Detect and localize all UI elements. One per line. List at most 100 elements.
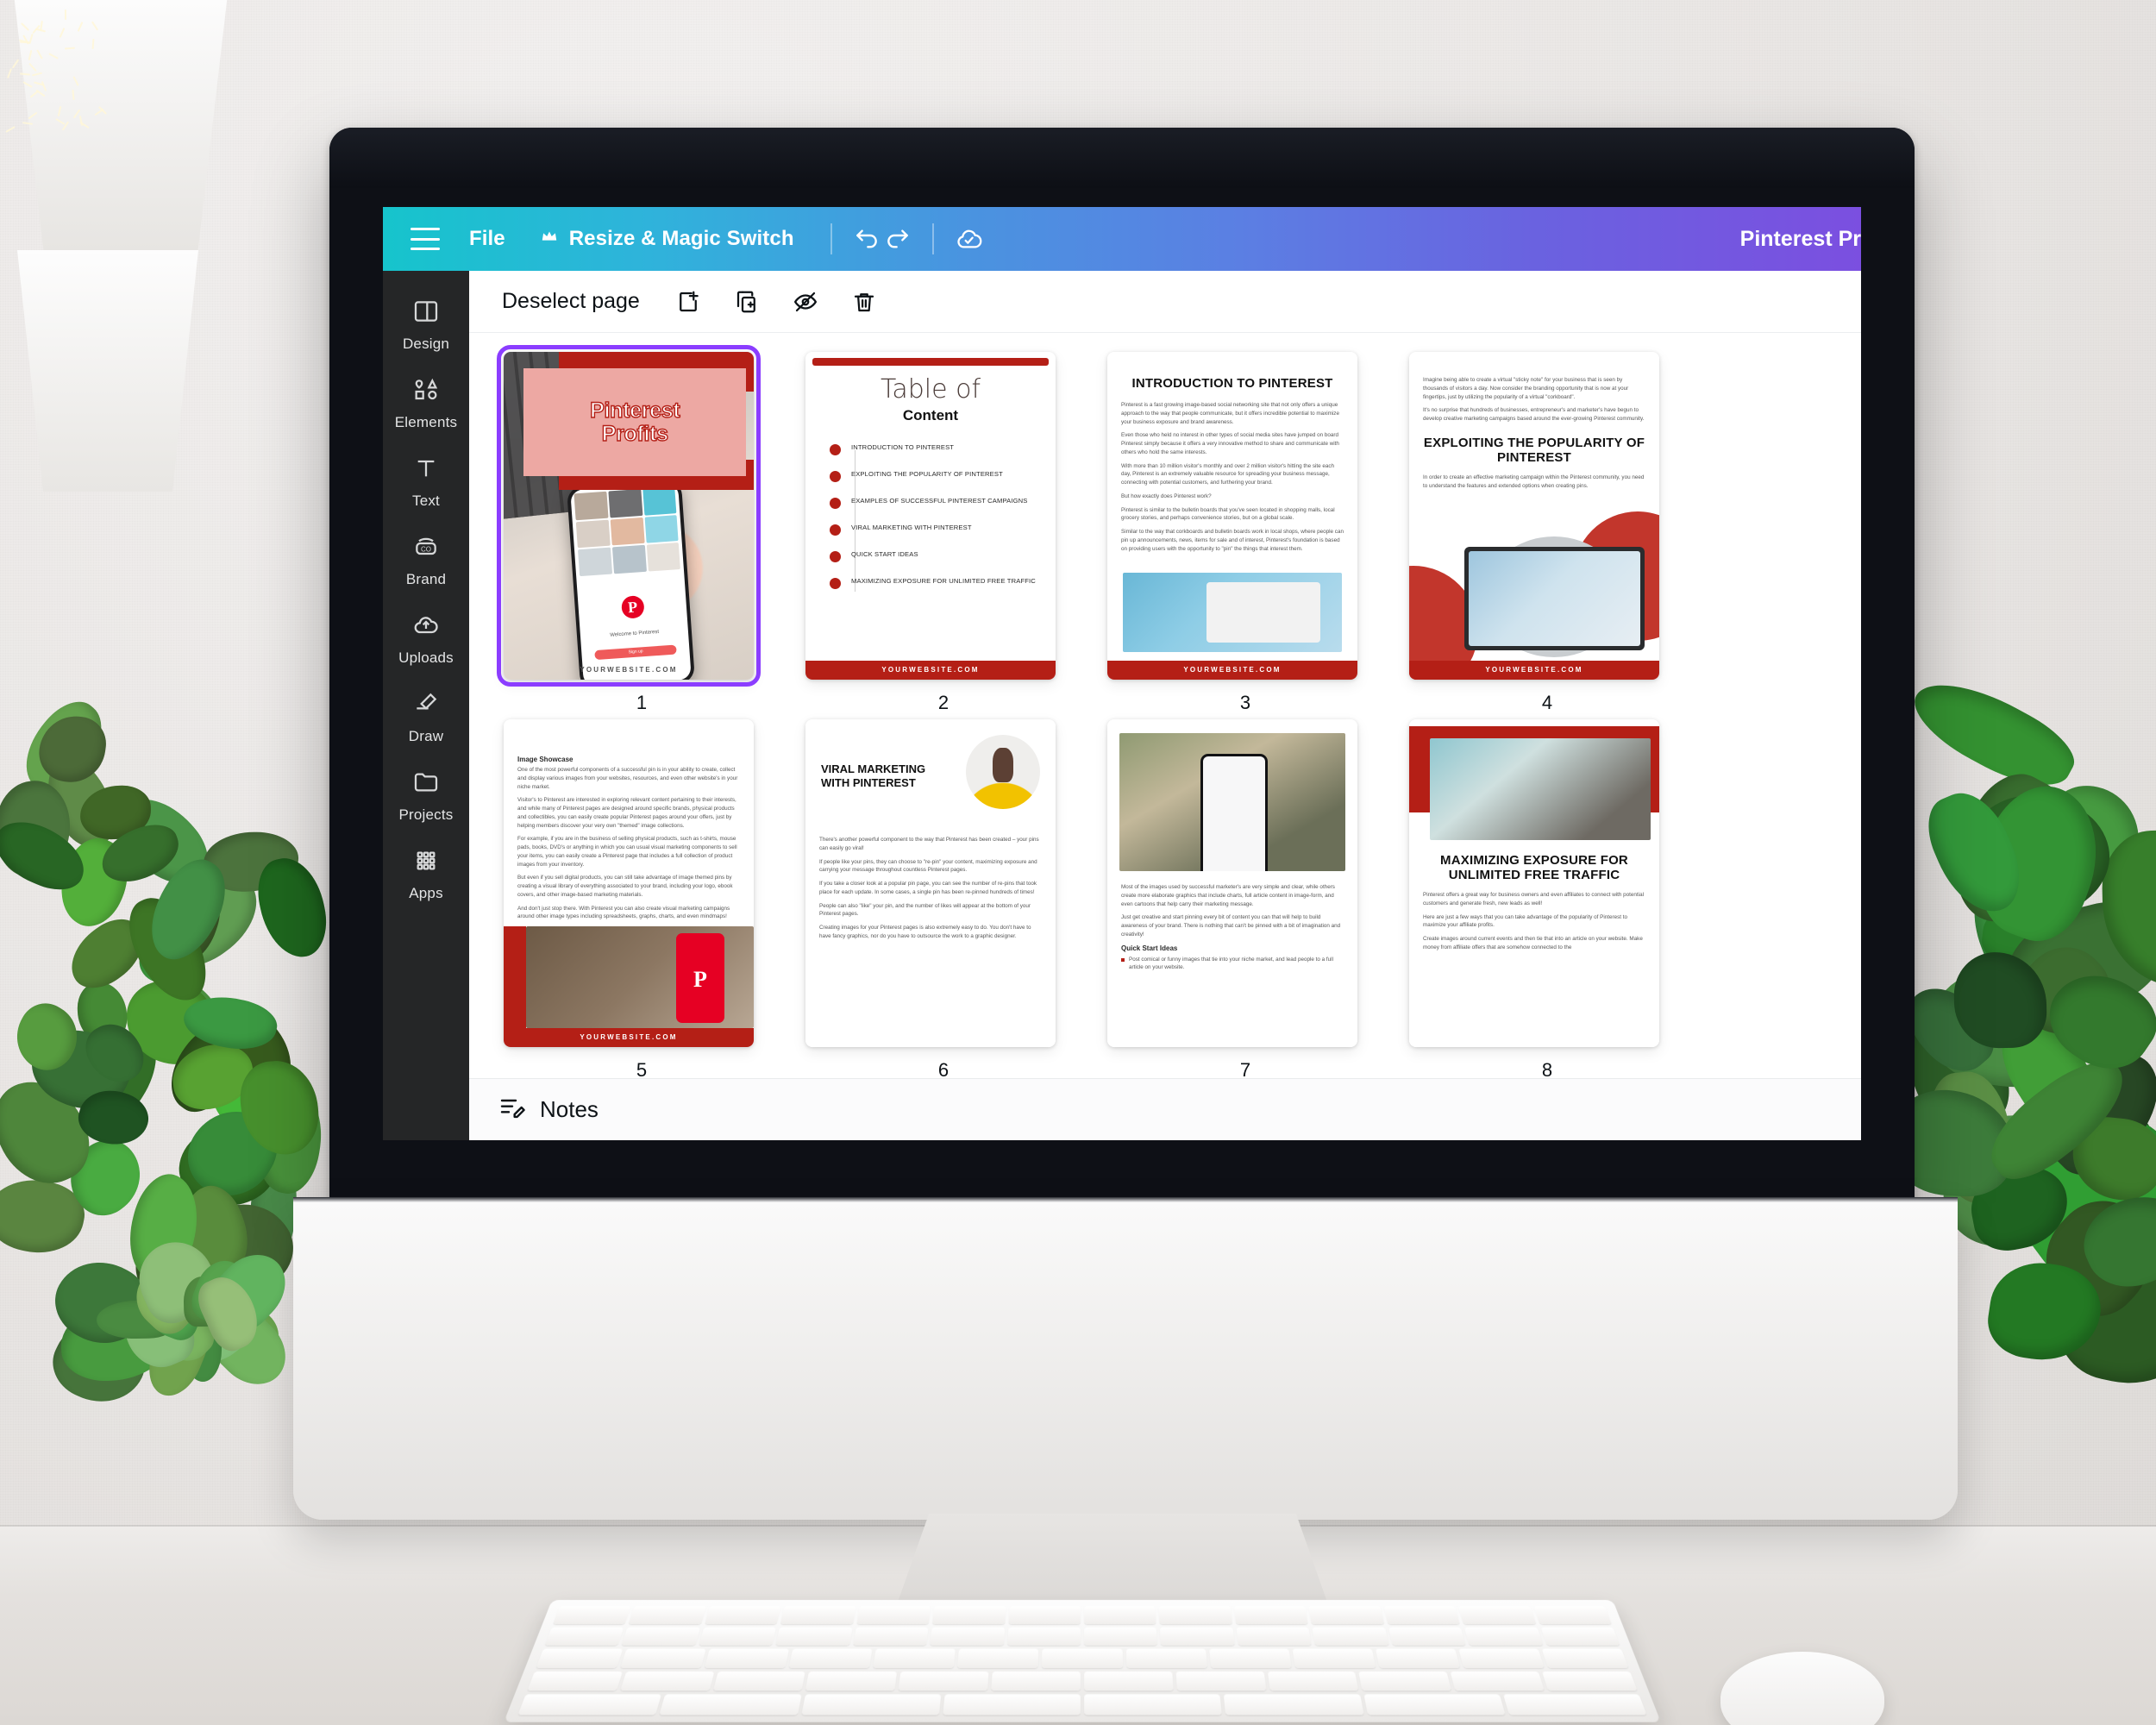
page-cell: Table of Content INTRODUCTION TO PINTERE… (805, 352, 1081, 714)
page-8-heading-line1: MAXIMIZING EXPOSURE FOR (1423, 853, 1645, 868)
monitor-screen: File Resize & Magic Switch Pinterest Pr … (383, 207, 1861, 1140)
page-thumbnail-grid[interactable]: P Welcome to Pinterest Sign up Pinterest… (469, 333, 1861, 1078)
sidebar-item-projects[interactable]: Projects (386, 757, 466, 832)
cover-title: Pinterest Profits (523, 368, 746, 476)
page-5-red-block (504, 926, 526, 1028)
page-4-paragraph: In order to create an effective marketin… (1423, 474, 1645, 491)
sidebar-item-draw[interactable]: Draw (386, 679, 466, 754)
page-3-paragraph: But how exactly does Pinterest work? (1121, 492, 1344, 501)
hamburger-icon[interactable] (411, 228, 440, 250)
hide-page-icon[interactable] (783, 279, 828, 324)
toc-item-label: EXAMPLES OF SUCCESSFUL PINTEREST CAMPAIG… (851, 497, 1027, 505)
page-thumbnail-8[interactable]: MAXIMIZING EXPOSURE FOR UNLIMITED FREE T… (1409, 719, 1659, 1047)
toc-item-label: VIRAL MARKETING WITH PINTEREST (851, 524, 972, 532)
page-6-paragraph: If people like your pins, they can choos… (819, 858, 1042, 875)
notes-pencil-icon (498, 1094, 526, 1126)
toc-bullet-icon (830, 578, 841, 589)
keyboard-row (544, 1627, 1620, 1646)
keyboard-key (1359, 1672, 1452, 1691)
keyboard-key (805, 1672, 897, 1691)
page-thumbnail-6[interactable]: VIRAL MARKETING WITH PINTEREST There's a… (805, 719, 1056, 1047)
keyboard-key (1542, 1649, 1629, 1668)
page-1-canvas: P Welcome to Pinterest Sign up Pinterest… (504, 352, 754, 680)
page-6-paragraph: There's another powerful component to th… (819, 836, 1042, 853)
layout-icon (412, 298, 440, 329)
monitor-frame: File Resize & Magic Switch Pinterest Pr … (329, 128, 1915, 1206)
undo-icon[interactable] (851, 223, 882, 254)
keyboard-key (544, 1627, 624, 1646)
sidebar-label-uploads: Uploads (398, 649, 454, 667)
page-7-phone (1200, 754, 1268, 871)
page-4-canvas: Imagine being able to create a virtual "… (1409, 352, 1659, 680)
keyboard-key (943, 1695, 1081, 1716)
file-menu-button[interactable]: File (452, 218, 523, 260)
notes-bar[interactable]: Notes (469, 1078, 1861, 1140)
toc-bullet-icon (830, 471, 841, 482)
phone-welcome-text: Welcome to Pinterest (580, 628, 689, 641)
keyboard-key (1458, 1649, 1545, 1668)
delete-page-icon[interactable] (842, 279, 887, 324)
toc-item: EXPLOITING THE POPULARITY OF PINTEREST (826, 470, 1044, 482)
page-thumbnail-4[interactable]: Imagine being able to create a virtual "… (1409, 352, 1659, 680)
duplicate-page-icon[interactable] (724, 279, 769, 324)
sidebar-item-apps[interactable]: Apps (386, 836, 466, 911)
keyboard-key (1383, 1606, 1460, 1624)
cover-title-line2: Profits (602, 423, 668, 446)
resize-magic-switch-button[interactable]: Resize & Magic Switch (523, 218, 812, 260)
page-1-footer: YOURWEBSITE.COM (504, 661, 754, 680)
page-6-heading-line2: WITH PINTEREST (821, 776, 950, 790)
sidebar-label-brand: Brand (406, 571, 446, 588)
svg-text:CO: CO (421, 545, 431, 553)
resize-magic-switch-label: Resize & Magic Switch (569, 227, 794, 251)
keyboard-key (1388, 1627, 1466, 1646)
page-cell: P Welcome to Pinterest Sign up Pinterest… (504, 352, 780, 714)
page-cell: INTRODUCTION TO PINTEREST Pinterest is a… (1107, 352, 1383, 714)
sidebar-item-brand[interactable]: CO Brand (386, 522, 466, 597)
keyboard-row (517, 1695, 1646, 1716)
keyboard-key (1084, 1695, 1222, 1716)
add-page-icon[interactable] (666, 279, 711, 324)
sidebar-label-text: Text (412, 492, 440, 510)
succulent-plant (95, 1238, 310, 1393)
sidebar-item-design[interactable]: Design (386, 286, 466, 361)
keyboard-key (620, 1672, 714, 1691)
page-thumbnail-5[interactable]: Image Showcase One of the most powerful … (504, 719, 754, 1047)
toc-bullet-icon (830, 498, 841, 509)
toc-heading-line1: Table of (805, 374, 1056, 405)
monitor-chin (293, 1201, 1958, 1520)
keyboard-key (780, 1606, 856, 1624)
toc-item: INTRODUCTION TO PINTEREST (826, 443, 1044, 455)
sidebar-item-text[interactable]: Text (386, 443, 466, 518)
document-title[interactable]: Pinterest Pr (1740, 207, 1861, 271)
page-3-paragraph: Pinterest is similar to the bulletin boa… (1121, 506, 1344, 524)
keyboard-key (517, 1695, 661, 1716)
page-thumbnail-7[interactable]: Most of the images used by successful ma… (1107, 719, 1357, 1047)
cloud-check-icon[interactable] (953, 223, 984, 254)
keyboard-key (1540, 1627, 1620, 1646)
keyboard-key (1542, 1672, 1638, 1691)
redo-icon[interactable] (882, 223, 913, 254)
page-3-paragraph: With more than 10 million visitor's mont… (1121, 462, 1344, 487)
sidebar-label-projects: Projects (398, 806, 453, 824)
page-number-8: 8 (1409, 1059, 1685, 1078)
page-thumbnail-2[interactable]: Table of Content INTRODUCTION TO PINTERE… (805, 352, 1056, 680)
page-7-paragraph: Most of the images used by successful ma… (1121, 883, 1344, 908)
toc-bullet-icon (830, 551, 841, 562)
monstera-leaf (1902, 663, 2085, 804)
deselect-page-button[interactable]: Deselect page (490, 282, 652, 321)
page-4-footer: YOURWEBSITE.COM (1409, 661, 1659, 680)
toc-item: QUICK START IDEAS (826, 550, 1044, 562)
keyboard-key (1234, 1606, 1308, 1624)
keyboard-key (776, 1627, 853, 1646)
sidebar-item-elements[interactable]: Elements (386, 365, 466, 440)
page-6-paragraph: People can also "like" your pin, and the… (819, 902, 1042, 919)
page-number-1: 1 (504, 692, 780, 714)
page-thumbnail-3[interactable]: INTRODUCTION TO PINTEREST Pinterest is a… (1107, 352, 1357, 680)
page-thumbnail-1[interactable]: P Welcome to Pinterest Sign up Pinterest… (504, 352, 754, 680)
page-7-bullet: Post comical or funny images that tie in… (1121, 956, 1344, 973)
keyboard-key (1175, 1672, 1266, 1691)
sidebar-item-uploads[interactable]: Uploads (386, 600, 466, 675)
keyboard-key (1458, 1606, 1536, 1624)
page-5-paragraph: But even if you sell digital products, y… (517, 874, 740, 899)
page-number-7: 7 (1107, 1059, 1383, 1078)
